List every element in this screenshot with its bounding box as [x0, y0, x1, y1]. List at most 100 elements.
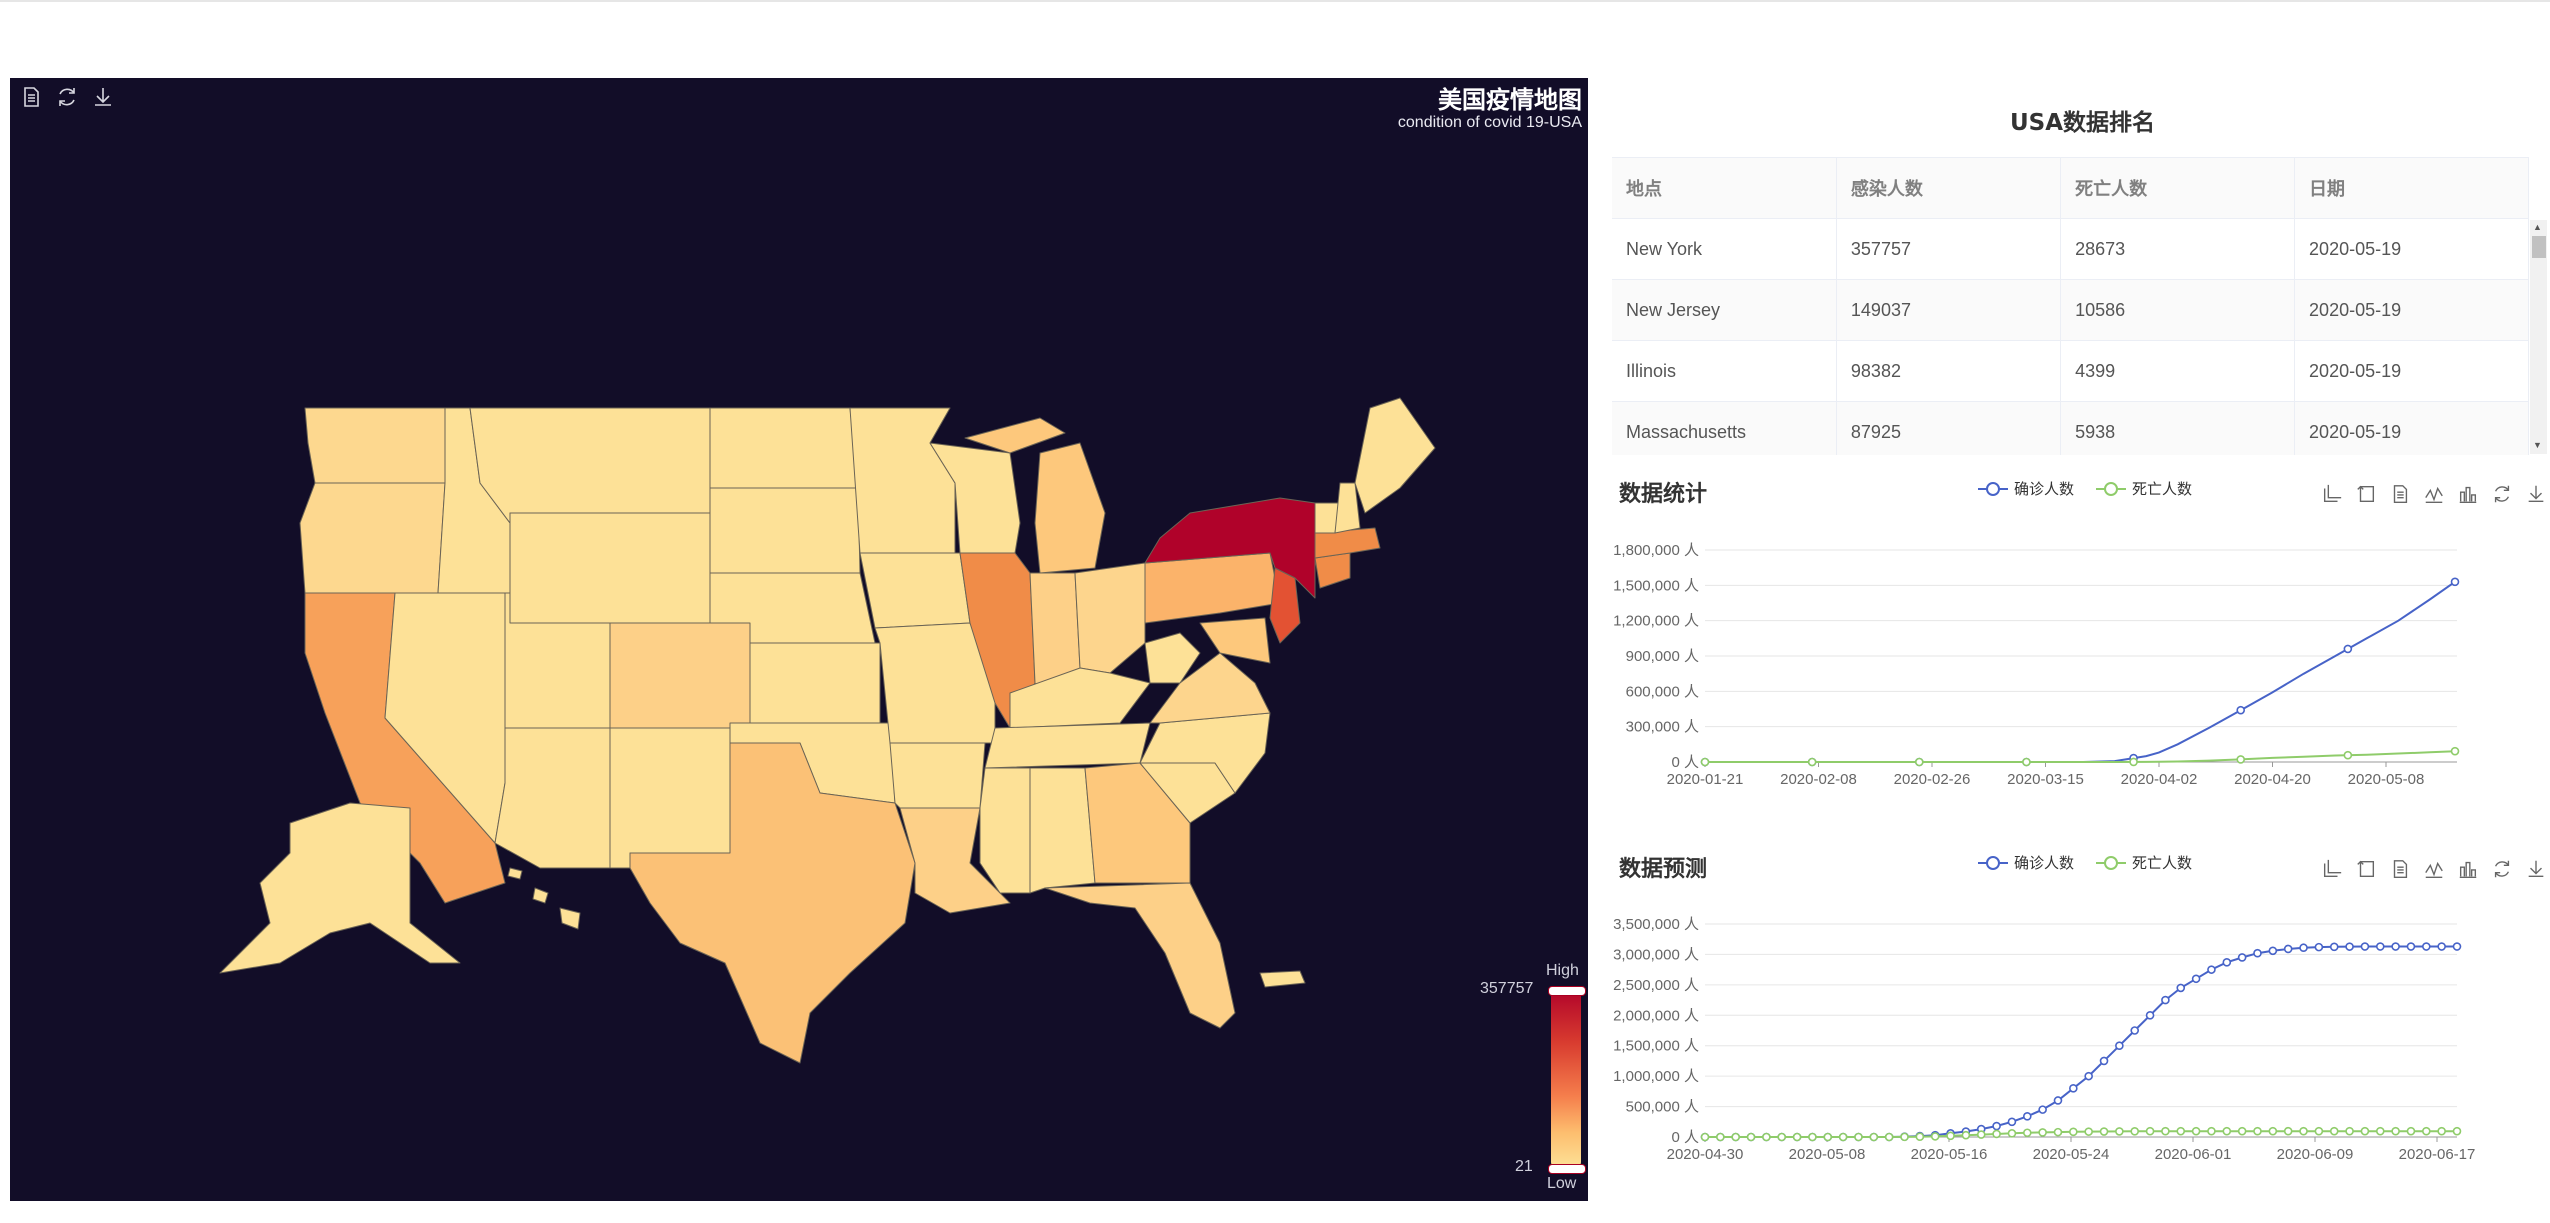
y-tick-label: 1,200,000 人 [1613, 613, 1699, 630]
data-view-icon[interactable] [2388, 857, 2412, 881]
data-point [2053, 1096, 2063, 1105]
ranking-title: USA数据排名 [2010, 110, 2156, 136]
column-header-deaths[interactable]: 死亡人数 [2060, 157, 2296, 219]
legend-deaths[interactable]: 死亡人数 [2096, 852, 2192, 873]
data-point [1992, 1129, 2001, 1139]
line-chart-icon[interactable] [2422, 857, 2446, 881]
table-row[interactable]: Illinois 98382 4399 2020-05-19 [1612, 340, 2529, 402]
scroll-down-arrow-icon[interactable]: ▼ [2533, 440, 2542, 450]
state-ohio[interactable] [1074, 562, 1146, 674]
data-point [2391, 1126, 2400, 1136]
y-tick-label: 1,500,000 人 [1613, 577, 1699, 594]
table-row[interactable]: New Jersey 149037 10586 2020-05-19 [1612, 279, 2529, 341]
data-point [2360, 942, 2370, 951]
y-tick-label: 2,000,000 人 [1613, 1007, 1699, 1024]
state-washington[interactable] [304, 407, 446, 484]
state-mississippi[interactable] [979, 767, 1031, 894]
data-point [2314, 942, 2324, 952]
column-header-location[interactable]: 地点 [1612, 157, 1837, 219]
territory-puerto-rico[interactable] [1259, 970, 1306, 988]
legend-deaths[interactable]: 死亡人数 [2096, 478, 2192, 499]
state-minnesota[interactable] [849, 407, 956, 554]
state-maryland[interactable] [1199, 617, 1271, 664]
visual-map-top-handle[interactable] [1548, 986, 1586, 996]
zoom-icon[interactable] [2320, 482, 2344, 506]
data-view-icon[interactable] [18, 84, 44, 110]
data-point [2007, 1117, 2017, 1127]
stats-line-chart: 0 人 300,000 人 600,000 人 900,000 人 1,200,000 … [1613, 542, 2460, 788]
forecast-title: 数据预测 [1619, 857, 1708, 882]
legend-confirmed-marker [1978, 855, 2008, 870]
state-montana[interactable] [469, 407, 711, 524]
state-new-mexico[interactable] [609, 727, 731, 869]
table-row[interactable]: New York 357757 28673 2020-05-19 [1612, 218, 2529, 280]
table-cell: New York [1612, 218, 1837, 280]
visual-map-gradient-bar[interactable] [1551, 988, 1581, 1168]
column-header-infected[interactable]: 感染人数 [1836, 157, 2062, 219]
refresh-icon[interactable] [54, 84, 80, 110]
state-alabama[interactable] [1029, 767, 1096, 894]
state-maine[interactable] [1354, 397, 1436, 514]
data-point [1700, 1132, 1710, 1142]
data-point [2022, 1112, 2032, 1121]
state-hawaii[interactable] [507, 867, 581, 930]
data-point [1700, 757, 1710, 767]
table-cell: New Jersey [1612, 279, 1837, 341]
state-south-dakota[interactable] [709, 487, 861, 574]
state-north-dakota[interactable] [709, 407, 859, 489]
line-chart-icon[interactable] [2422, 482, 2446, 506]
data-point [1884, 1132, 1894, 1142]
download-icon[interactable] [2524, 482, 2548, 506]
state-florida[interactable] [1044, 882, 1236, 1029]
zoom-reset-icon[interactable] [2354, 857, 2378, 881]
state-pennsylvania[interactable] [1144, 552, 1281, 624]
column-header-date[interactable]: 日期 [2294, 157, 2529, 219]
visual-map-bottom-handle[interactable] [1548, 1164, 1586, 1174]
state-wyoming[interactable] [509, 512, 711, 624]
state-connecticut[interactable] [1314, 552, 1351, 589]
state-new-jersey[interactable] [1269, 567, 1301, 644]
bar-chart-icon[interactable] [2456, 482, 2480, 506]
map-subtitle: condition of covid 19-USA [1397, 114, 1582, 131]
state-oregon[interactable] [299, 482, 446, 594]
state-iowa[interactable] [859, 552, 971, 629]
download-icon[interactable] [90, 84, 116, 110]
stats-title: 数据统计 [1619, 482, 1708, 507]
data-point [2222, 958, 2232, 967]
data-point [2115, 1041, 2124, 1051]
state-arizona[interactable] [494, 727, 611, 869]
download-icon[interactable] [2524, 857, 2548, 881]
refresh-icon[interactable] [2490, 857, 2514, 881]
us-map-panel: 美国疫情地图 condition of covid 19-USA High 35… [10, 78, 1588, 1201]
x-tick-label: 2020-06-01 [2155, 1146, 2232, 1163]
bar-chart-icon[interactable] [2456, 857, 2480, 881]
x-tick-label: 2020-04-20 [2234, 771, 2311, 788]
y-tick-label: 1,500,000 人 [1613, 1038, 1699, 1055]
refresh-icon[interactable] [2490, 482, 2514, 506]
data-point [2391, 942, 2400, 951]
data-point [2099, 1127, 2109, 1136]
series-line-deaths [1705, 750, 2456, 763]
zoom-icon[interactable] [2320, 857, 2344, 881]
table-cell: 10586 [2060, 279, 2296, 341]
state-colorado[interactable] [609, 622, 751, 729]
zoom-reset-icon[interactable] [2354, 482, 2378, 506]
data-point [2038, 1128, 2047, 1137]
state-tennessee[interactable] [984, 722, 1151, 769]
data-view-icon[interactable] [2388, 482, 2412, 506]
x-tick-label: 2020-03-15 [2007, 771, 2084, 788]
visual-map-high-label: High [1546, 962, 1579, 979]
table-row[interactable]: Massachusetts 87925 5938 2020-05-19 [1612, 401, 2529, 455]
x-tick-label: 2020-05-24 [2033, 1146, 2110, 1163]
forecast-legend: 确诊人数 死亡人数 [1978, 852, 2192, 873]
x-tick-label: 2020-02-26 [1894, 771, 1971, 788]
legend-confirmed[interactable]: 确诊人数 [1978, 852, 2074, 873]
legend-confirmed[interactable]: 确诊人数 [1978, 478, 2074, 499]
data-point [2207, 965, 2216, 974]
state-new-hampshire[interactable] [1334, 482, 1361, 534]
scroll-up-arrow-icon[interactable]: ▲ [2533, 222, 2542, 232]
table-scrollbar-thumb[interactable] [2532, 236, 2546, 258]
state-kansas[interactable] [749, 642, 881, 724]
state-arkansas[interactable] [889, 742, 986, 809]
data-point [2253, 1126, 2262, 1136]
